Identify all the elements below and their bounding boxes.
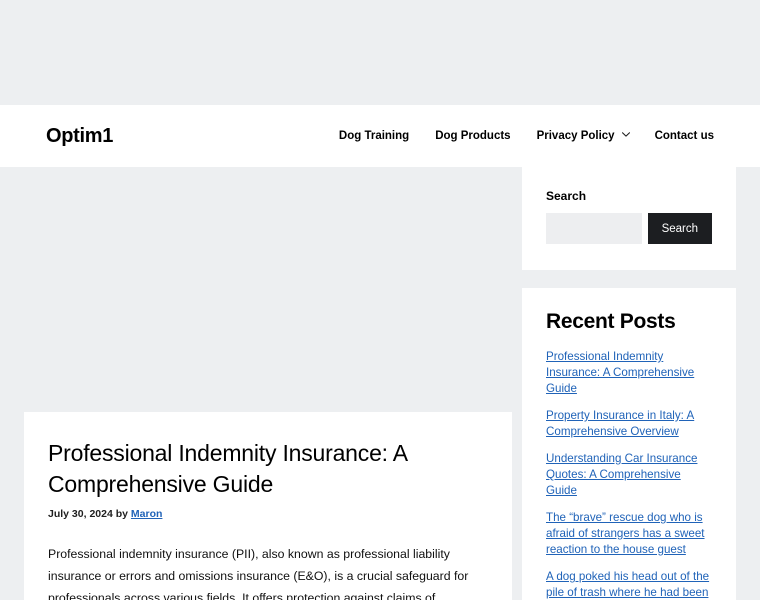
site-header: Optim1 Dog Training Dog Products Privacy… xyxy=(0,105,760,167)
nav-label: Dog Training xyxy=(338,130,410,142)
search-submit-button[interactable]: Search xyxy=(647,213,712,244)
recent-post-link[interactable]: A dog poked his head out of the pile of … xyxy=(546,569,712,600)
nav-item-privacy-policy[interactable]: Privacy Policy xyxy=(536,130,630,142)
chevron-down-icon[interactable] xyxy=(621,131,630,139)
list-item: Property Insurance in Italy: A Comprehen… xyxy=(546,408,712,440)
post-author-link[interactable]: Maron xyxy=(131,508,163,520)
recent-post-link[interactable]: Understanding Car Insurance Quotes: A Co… xyxy=(546,451,712,499)
nav-label: Privacy Policy xyxy=(536,130,615,142)
recent-post-link[interactable]: The “brave” rescue dog who is afraid of … xyxy=(546,510,712,558)
site-logo[interactable]: Optim1 xyxy=(46,126,113,146)
nav-label: Dog Products xyxy=(435,130,511,142)
list-item: Professional Indemnity Insurance: A Comp… xyxy=(546,349,712,397)
article-title[interactable]: Professional Indemnity Insurance: A Comp… xyxy=(48,438,488,499)
sidebar: Search Search Recent Posts Professional … xyxy=(522,167,736,600)
recent-posts-widget: Recent Posts Professional Indemnity Insu… xyxy=(522,288,736,600)
search-input[interactable] xyxy=(546,213,642,244)
excerpt-text: Professional indemnity insurance (PII), … xyxy=(48,547,469,600)
post-date: July 30, 2024 xyxy=(48,508,113,521)
recent-post-link[interactable]: Property Insurance in Italy: A Comprehen… xyxy=(546,408,712,440)
nav-item-dog-training[interactable]: Dog Training xyxy=(339,130,409,142)
article-card: Professional Indemnity Insurance: A Comp… xyxy=(24,412,512,600)
nav-item-contact-us[interactable]: Contact us xyxy=(655,130,714,142)
recent-posts-list: Professional Indemnity Insurance: A Comp… xyxy=(546,349,712,600)
recent-post-link[interactable]: Professional Indemnity Insurance: A Comp… xyxy=(546,349,712,397)
search-widget-title: Search xyxy=(546,189,587,203)
search-form: Search xyxy=(546,213,712,244)
search-widget: Search Search xyxy=(522,167,736,270)
by-label: by xyxy=(115,508,128,521)
article-excerpt: Professional indemnity insurance (PII), … xyxy=(48,544,488,600)
list-item: Understanding Car Insurance Quotes: A Co… xyxy=(546,451,712,499)
list-item: The “brave” rescue dog who is afraid of … xyxy=(546,510,712,558)
recent-posts-title: Recent Posts xyxy=(546,310,676,333)
nav-label: Contact us xyxy=(654,130,714,142)
entry-meta: July 30, 2024 by Maron xyxy=(48,508,488,520)
main-content: Professional Indemnity Insurance: A Comp… xyxy=(24,412,512,600)
list-item: A dog poked his head out of the pile of … xyxy=(546,569,712,600)
main-navigation: Dog Training Dog Products Privacy Policy… xyxy=(339,130,714,142)
page-body: Professional Indemnity Insurance: A Comp… xyxy=(0,167,760,600)
nav-item-dog-products[interactable]: Dog Products xyxy=(435,130,510,142)
top-banner-area xyxy=(0,0,760,105)
